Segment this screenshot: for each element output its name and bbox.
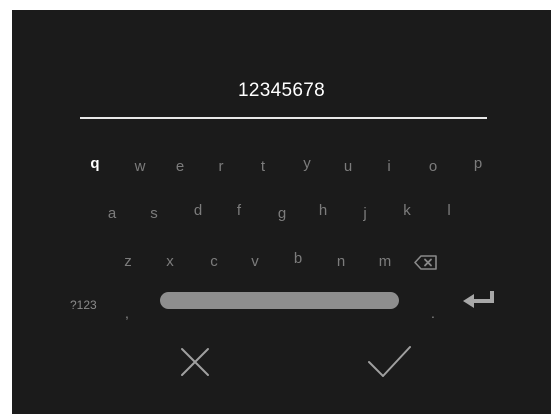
key-y[interactable]: y (292, 155, 322, 173)
key-period[interactable]: . (431, 306, 435, 320)
key-g[interactable]: g (267, 205, 297, 223)
close-icon[interactable] (179, 346, 211, 378)
key-p[interactable]: p (463, 155, 493, 173)
key-h[interactable]: h (308, 202, 338, 220)
spacebar[interactable] (160, 292, 399, 309)
keyboard-screen: 12345678 q w e r t y u i o p a s d f g h… (12, 10, 551, 414)
key-t[interactable]: t (248, 158, 278, 176)
key-r[interactable]: r (206, 158, 236, 176)
checkmark-icon[interactable] (367, 344, 413, 380)
key-comma[interactable]: , (125, 306, 129, 320)
key-v[interactable]: v (240, 253, 270, 271)
key-j[interactable]: j (350, 205, 380, 223)
key-n[interactable]: n (326, 253, 356, 271)
key-z[interactable]: z (113, 253, 143, 271)
key-l[interactable]: l (434, 202, 464, 220)
key-x[interactable]: x (155, 253, 185, 271)
key-s[interactable]: s (139, 205, 169, 223)
key-b[interactable]: b (283, 250, 313, 268)
key-q[interactable]: q (80, 155, 110, 173)
key-k[interactable]: k (392, 202, 422, 220)
key-o[interactable]: o (418, 158, 448, 176)
input-underline (80, 117, 487, 119)
password-input[interactable]: 12345678 (12, 80, 551, 102)
backspace-icon[interactable] (414, 255, 438, 270)
key-e[interactable]: e (165, 158, 195, 176)
key-c[interactable]: c (199, 253, 229, 271)
key-i[interactable]: i (374, 158, 404, 176)
key-d[interactable]: d (183, 202, 213, 220)
key-a[interactable]: a (97, 205, 127, 223)
enter-icon[interactable] (462, 290, 498, 308)
key-u[interactable]: u (333, 158, 363, 176)
key-m[interactable]: m (370, 253, 400, 271)
key-f[interactable]: f (224, 202, 254, 220)
key-w[interactable]: w (125, 158, 155, 176)
mode-switch-key[interactable]: ?123 (70, 298, 97, 312)
